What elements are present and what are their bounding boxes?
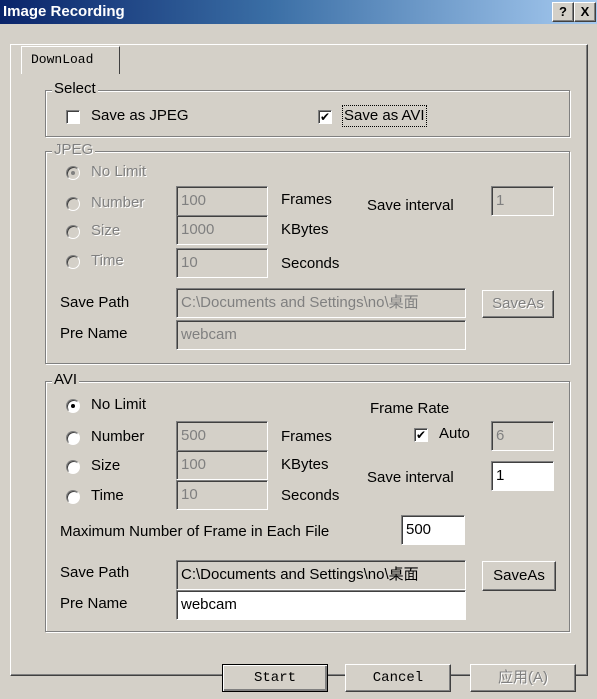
jpeg-time-label: Time — [91, 252, 124, 269]
close-button[interactable]: X — [574, 2, 596, 22]
jpeg-frames-unit: Frames — [281, 191, 332, 208]
jpeg-pre-name-label: Pre Name — [60, 325, 128, 342]
avi-pre-name-field[interactable]: webcam — [176, 590, 466, 620]
avi-kbytes-unit: KBytes — [281, 456, 329, 473]
help-button[interactable]: ? — [552, 2, 574, 22]
avi-save-path-field[interactable]: C:\Documents and Settings\no\桌面 — [176, 560, 466, 590]
cancel-button[interactable]: Cancel — [345, 664, 451, 692]
jpeg-number-label: Number — [91, 194, 145, 211]
jpeg-number-radio[interactable] — [66, 197, 80, 211]
jpeg-no-limit-label: No Limit — [91, 163, 147, 180]
jpeg-no-limit-radio[interactable] — [66, 166, 80, 180]
title-bar: Image Recording ? X — [0, 0, 597, 24]
jpeg-save-interval-label: Save interval — [367, 197, 454, 214]
avi-save-path-label: Save Path — [60, 564, 130, 581]
jpeg-kbytes-unit: KBytes — [281, 221, 329, 238]
jpeg-size-radio[interactable] — [66, 225, 80, 239]
jpeg-seconds-unit: Seconds — [281, 255, 340, 272]
avi-size-field[interactable]: 100 — [176, 450, 268, 480]
jpeg-pre-name-field[interactable]: webcam — [176, 320, 466, 350]
avi-seconds-unit: Seconds — [281, 487, 340, 504]
avi-number-radio[interactable] — [66, 431, 80, 445]
jpeg-save-interval-field[interactable]: 1 — [491, 186, 554, 216]
jpeg-time-radio[interactable] — [66, 255, 80, 269]
avi-auto-label[interactable]: Auto — [439, 425, 470, 443]
jpeg-saveas-button[interactable]: SaveAs — [482, 290, 554, 318]
jpeg-save-path-label: Save Path — [60, 294, 130, 311]
close-icon: X — [580, 4, 590, 19]
avi-time-radio[interactable] — [66, 490, 80, 504]
help-icon: ? — [559, 4, 567, 19]
avi-save-interval-field[interactable]: 1 — [491, 461, 554, 491]
tab-download[interactable]: DownLoad — [21, 46, 120, 74]
jpeg-save-path-field[interactable]: C:\Documents and Settings\no\桌面 — [176, 288, 466, 318]
jpeg-size-label: Size — [91, 222, 121, 239]
avi-size-label[interactable]: Size — [91, 457, 120, 475]
avi-number-label[interactable]: Number — [91, 428, 144, 446]
avi-auto-checkbox[interactable]: ✔ — [414, 428, 428, 442]
avi-max-frames-label: Maximum Number of Frame in Each File — [60, 523, 330, 540]
avi-max-frames-field[interactable]: 500 — [401, 515, 465, 545]
start-button[interactable]: Start — [222, 664, 328, 692]
jpeg-time-field[interactable]: 10 — [176, 248, 268, 278]
jpeg-size-field[interactable]: 1000 — [176, 215, 268, 245]
avi-legend: AVI — [52, 371, 80, 389]
avi-no-limit-label[interactable]: No Limit — [91, 396, 146, 414]
window-title: Image Recording — [3, 3, 125, 20]
jpeg-legend: JPEG — [52, 141, 96, 159]
jpeg-number-field[interactable]: 100 — [176, 186, 268, 216]
avi-frame-rate-label: Frame Rate — [370, 400, 450, 417]
save-avi-label[interactable]: Save as AVI — [342, 105, 427, 127]
avi-number-field[interactable]: 500 — [176, 421, 268, 451]
avi-frames-unit: Frames — [281, 428, 332, 445]
avi-time-label[interactable]: Time — [91, 487, 124, 505]
save-avi-checkbox[interactable]: ✔ — [318, 110, 332, 124]
avi-size-radio[interactable] — [66, 460, 80, 474]
save-jpeg-label[interactable]: Save as JPEG — [91, 107, 189, 125]
avi-saveas-button[interactable]: SaveAs — [482, 561, 556, 591]
avi-time-field[interactable]: 10 — [176, 480, 268, 510]
apply-button[interactable]: 应用(A) — [470, 664, 576, 692]
avi-pre-name-label: Pre Name — [60, 595, 128, 612]
avi-save-interval-label: Save interval — [367, 469, 454, 486]
avi-no-limit-radio[interactable] — [66, 399, 80, 413]
save-jpeg-checkbox[interactable] — [66, 110, 80, 124]
avi-frame-rate-field[interactable]: 6 — [491, 421, 554, 451]
select-legend: Select — [52, 80, 98, 98]
